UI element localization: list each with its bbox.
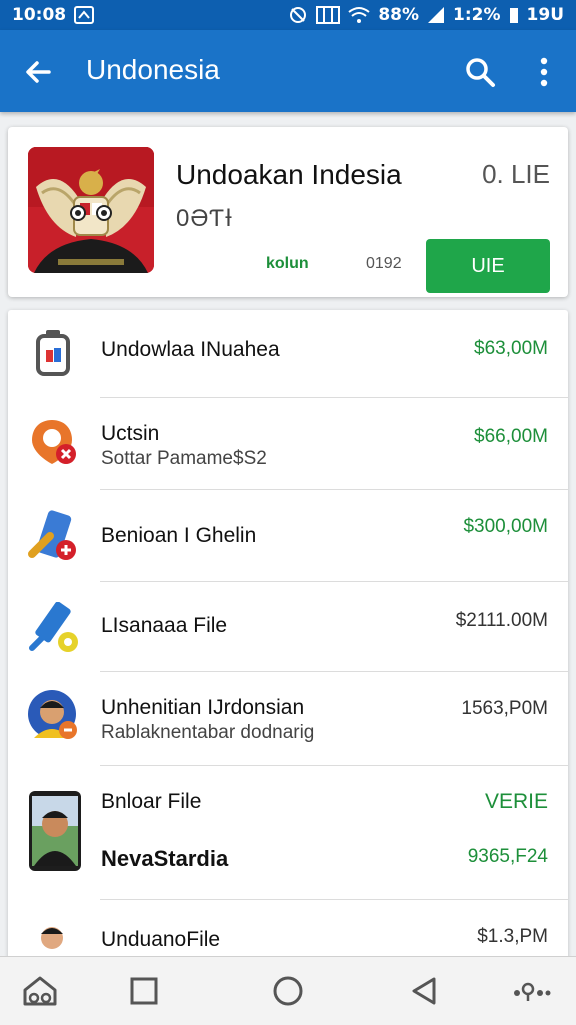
- pen-edit-icon: [28, 601, 80, 654]
- status-clock: 1:2%: [453, 5, 501, 25]
- status-time: 10:08: [12, 5, 67, 25]
- list-item-title: Benioan I Ghelin: [101, 524, 257, 547]
- featured-subtitle: 0ƏƬƗ: [176, 205, 233, 232]
- list-item-title: Undowlaa INuahea: [101, 338, 280, 361]
- file-list: Undowlaa INuahea $63,00M Uctsin Sottar P…: [8, 310, 568, 970]
- notification-icon: [74, 6, 95, 24]
- featured-count: 0192: [366, 255, 402, 272]
- list-item-price: $63,00M: [474, 338, 548, 359]
- recent-apps-icon: [130, 977, 158, 1005]
- more-vert-icon: [540, 57, 548, 87]
- list-item[interactable]: Uctsin Sottar Pamame$S2 $66,00M: [8, 398, 568, 490]
- home-icon: [23, 976, 57, 1006]
- mute-icon: [288, 5, 308, 25]
- nfc-icon: [316, 6, 341, 24]
- wrench-tool-icon: [28, 510, 80, 562]
- list-item-status: VERIE: [484, 790, 548, 813]
- list-item-price: 9365,F24: [467, 846, 548, 867]
- person-photo-icon: [28, 790, 82, 872]
- recent-apps-button[interactable]: [124, 971, 164, 1011]
- signal-icon: [427, 6, 445, 24]
- menu-button[interactable]: [512, 971, 552, 1011]
- battery-icon: [509, 6, 519, 24]
- install-button[interactable]: UIE: [426, 239, 550, 293]
- list-item-title: Unhenitian IJrdonsian: [101, 696, 305, 719]
- list-item[interactable]: LIsanaaa File $2111.00M: [8, 582, 568, 672]
- list-item[interactable]: Unhenitian IJrdonsian Rablaknentabar dod…: [8, 672, 568, 766]
- list-item-title: Bnloar File: [101, 790, 202, 813]
- search-icon: [466, 58, 495, 87]
- status-extra: 19U: [526, 5, 564, 25]
- list-item[interactable]: Undowlaa INuahea $63,00M: [8, 310, 568, 398]
- list-item-subtitle: Rablaknentabar dodnarig: [101, 722, 315, 743]
- list-item-title: LIsanaaa File: [101, 614, 228, 637]
- list-item-price: $2111.00M: [455, 610, 548, 631]
- list-item-title: UnduanoFile: [101, 928, 221, 951]
- location-pin-icon: [28, 416, 80, 468]
- garuda-emblem-image: [28, 147, 154, 273]
- arrow-back-icon: [26, 61, 51, 83]
- back-nav-button[interactable]: [404, 971, 444, 1011]
- list-item[interactable]: Benioan I Ghelin $300,00M: [8, 490, 568, 582]
- list-item-price: $1.3,PM: [477, 926, 548, 947]
- app-bar: Undonesia: [0, 30, 576, 112]
- status-bar: 10:08 88% 1:2% 19U: [0, 0, 576, 30]
- featured-link[interactable]: kolun: [266, 255, 309, 273]
- avatar-icon: [28, 690, 80, 742]
- back-triangle-icon: [412, 977, 436, 1005]
- list-item-subtitle: NevaStardia: [101, 846, 229, 871]
- featured-title: Undoakan Indesia: [176, 159, 402, 190]
- wifi-icon: [348, 6, 370, 24]
- home-circle-icon: [273, 976, 303, 1006]
- list-item-price: $300,00M: [463, 516, 548, 537]
- list-item-price: $66,00M: [474, 426, 548, 447]
- battery-percent: 88%: [378, 5, 420, 25]
- list-item-subtitle: Sottar Pamame$S2: [101, 448, 267, 469]
- list-item[interactable]: Bnloar File NevaStardia VERIE 9365,F24: [8, 766, 568, 900]
- more-options-button[interactable]: [526, 50, 562, 94]
- search-button[interactable]: [458, 50, 502, 94]
- back-button[interactable]: [18, 52, 58, 92]
- list-item-price: 1563,P0M: [461, 698, 548, 719]
- home-button[interactable]: [20, 971, 60, 1011]
- file-doc-icon: [28, 328, 80, 380]
- system-nav-bar: [0, 956, 576, 1025]
- menu-dots-icon: [514, 982, 551, 1001]
- featured-size: 0. LIE: [482, 159, 550, 189]
- page-title: Undonesia: [86, 54, 220, 85]
- home-circle-button[interactable]: [268, 971, 308, 1011]
- list-item-title: Uctsin: [101, 422, 160, 445]
- featured-app-card[interactable]: Undoakan Indesia 0. LIE 0ƏƬƗ kolun 0192 …: [8, 127, 568, 297]
